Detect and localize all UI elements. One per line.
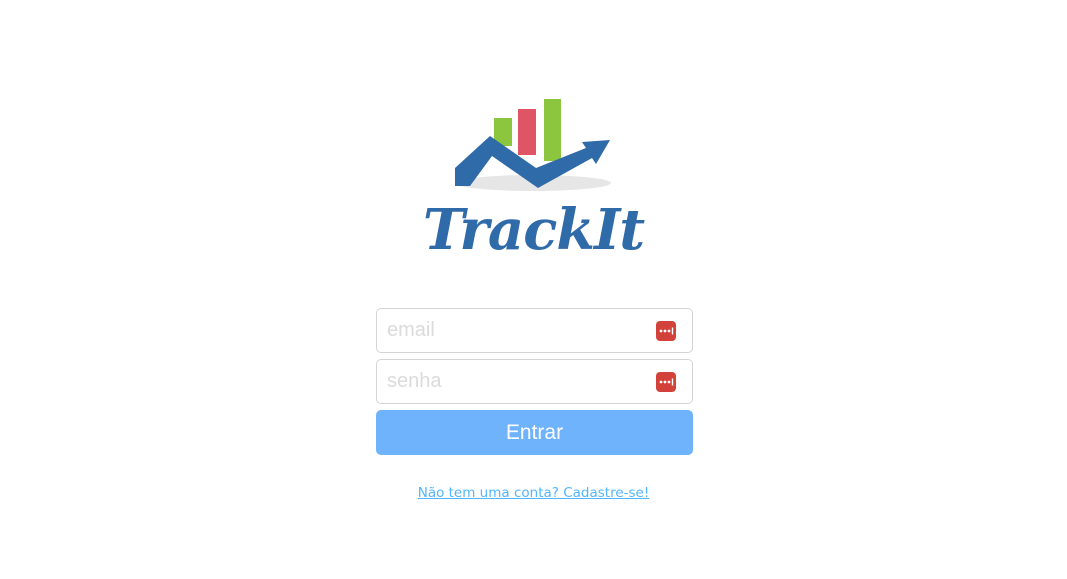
logo-bar-green-tall [544, 99, 561, 161]
password-manager-icon[interactable] [656, 321, 676, 341]
login-form: Entrar [376, 308, 693, 455]
login-button[interactable]: Entrar [376, 410, 693, 455]
password-manager-icon[interactable] [656, 372, 676, 392]
login-page: TrackIt email Entrar Não tem uma conta? … [0, 0, 1067, 579]
signup-link[interactable]: Não tem uma conta? Cadastre-se! [418, 485, 650, 501]
email-input[interactable] [377, 309, 692, 352]
logo-bar-red [518, 109, 536, 155]
signup-link-container: Não tem uma conta? Cadastre-se! [0, 484, 1067, 502]
trackit-logo-icon [455, 99, 611, 191]
brand-name: TrackIt [422, 197, 645, 263]
email-field-wrapper [376, 308, 693, 353]
password-field-wrapper [376, 359, 693, 404]
password-input[interactable] [377, 360, 692, 403]
